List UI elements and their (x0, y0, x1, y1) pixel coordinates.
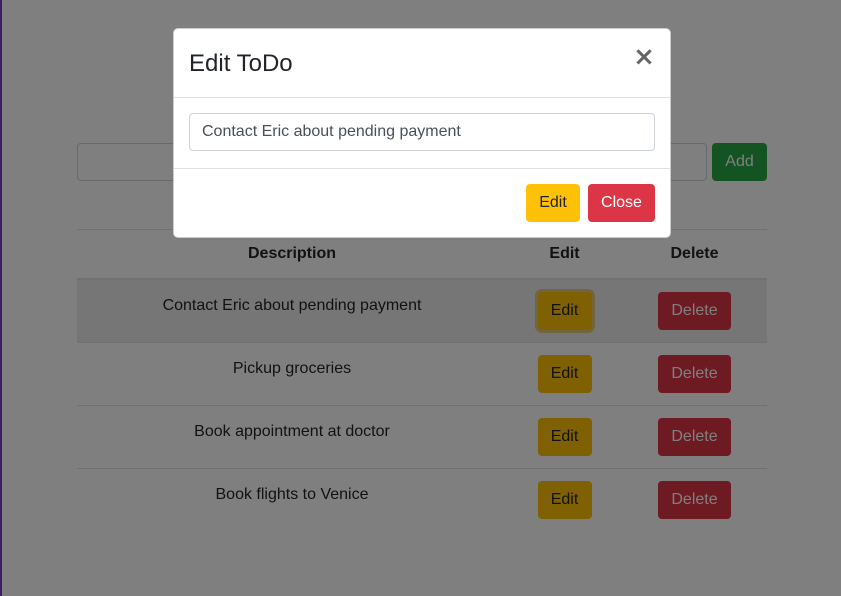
close-icon[interactable]: × (632, 43, 656, 71)
modal-footer: Edit Close (174, 169, 670, 237)
modal-close-button[interactable]: Close (588, 184, 655, 222)
edit-todo-input[interactable] (189, 113, 655, 151)
modal-body (174, 98, 670, 169)
modal-header: Edit ToDo × (174, 29, 670, 98)
edit-todo-modal: Edit ToDo × Edit Close (173, 28, 671, 238)
modal-edit-button[interactable]: Edit (526, 184, 580, 222)
modal-title: Edit ToDo (189, 50, 293, 77)
